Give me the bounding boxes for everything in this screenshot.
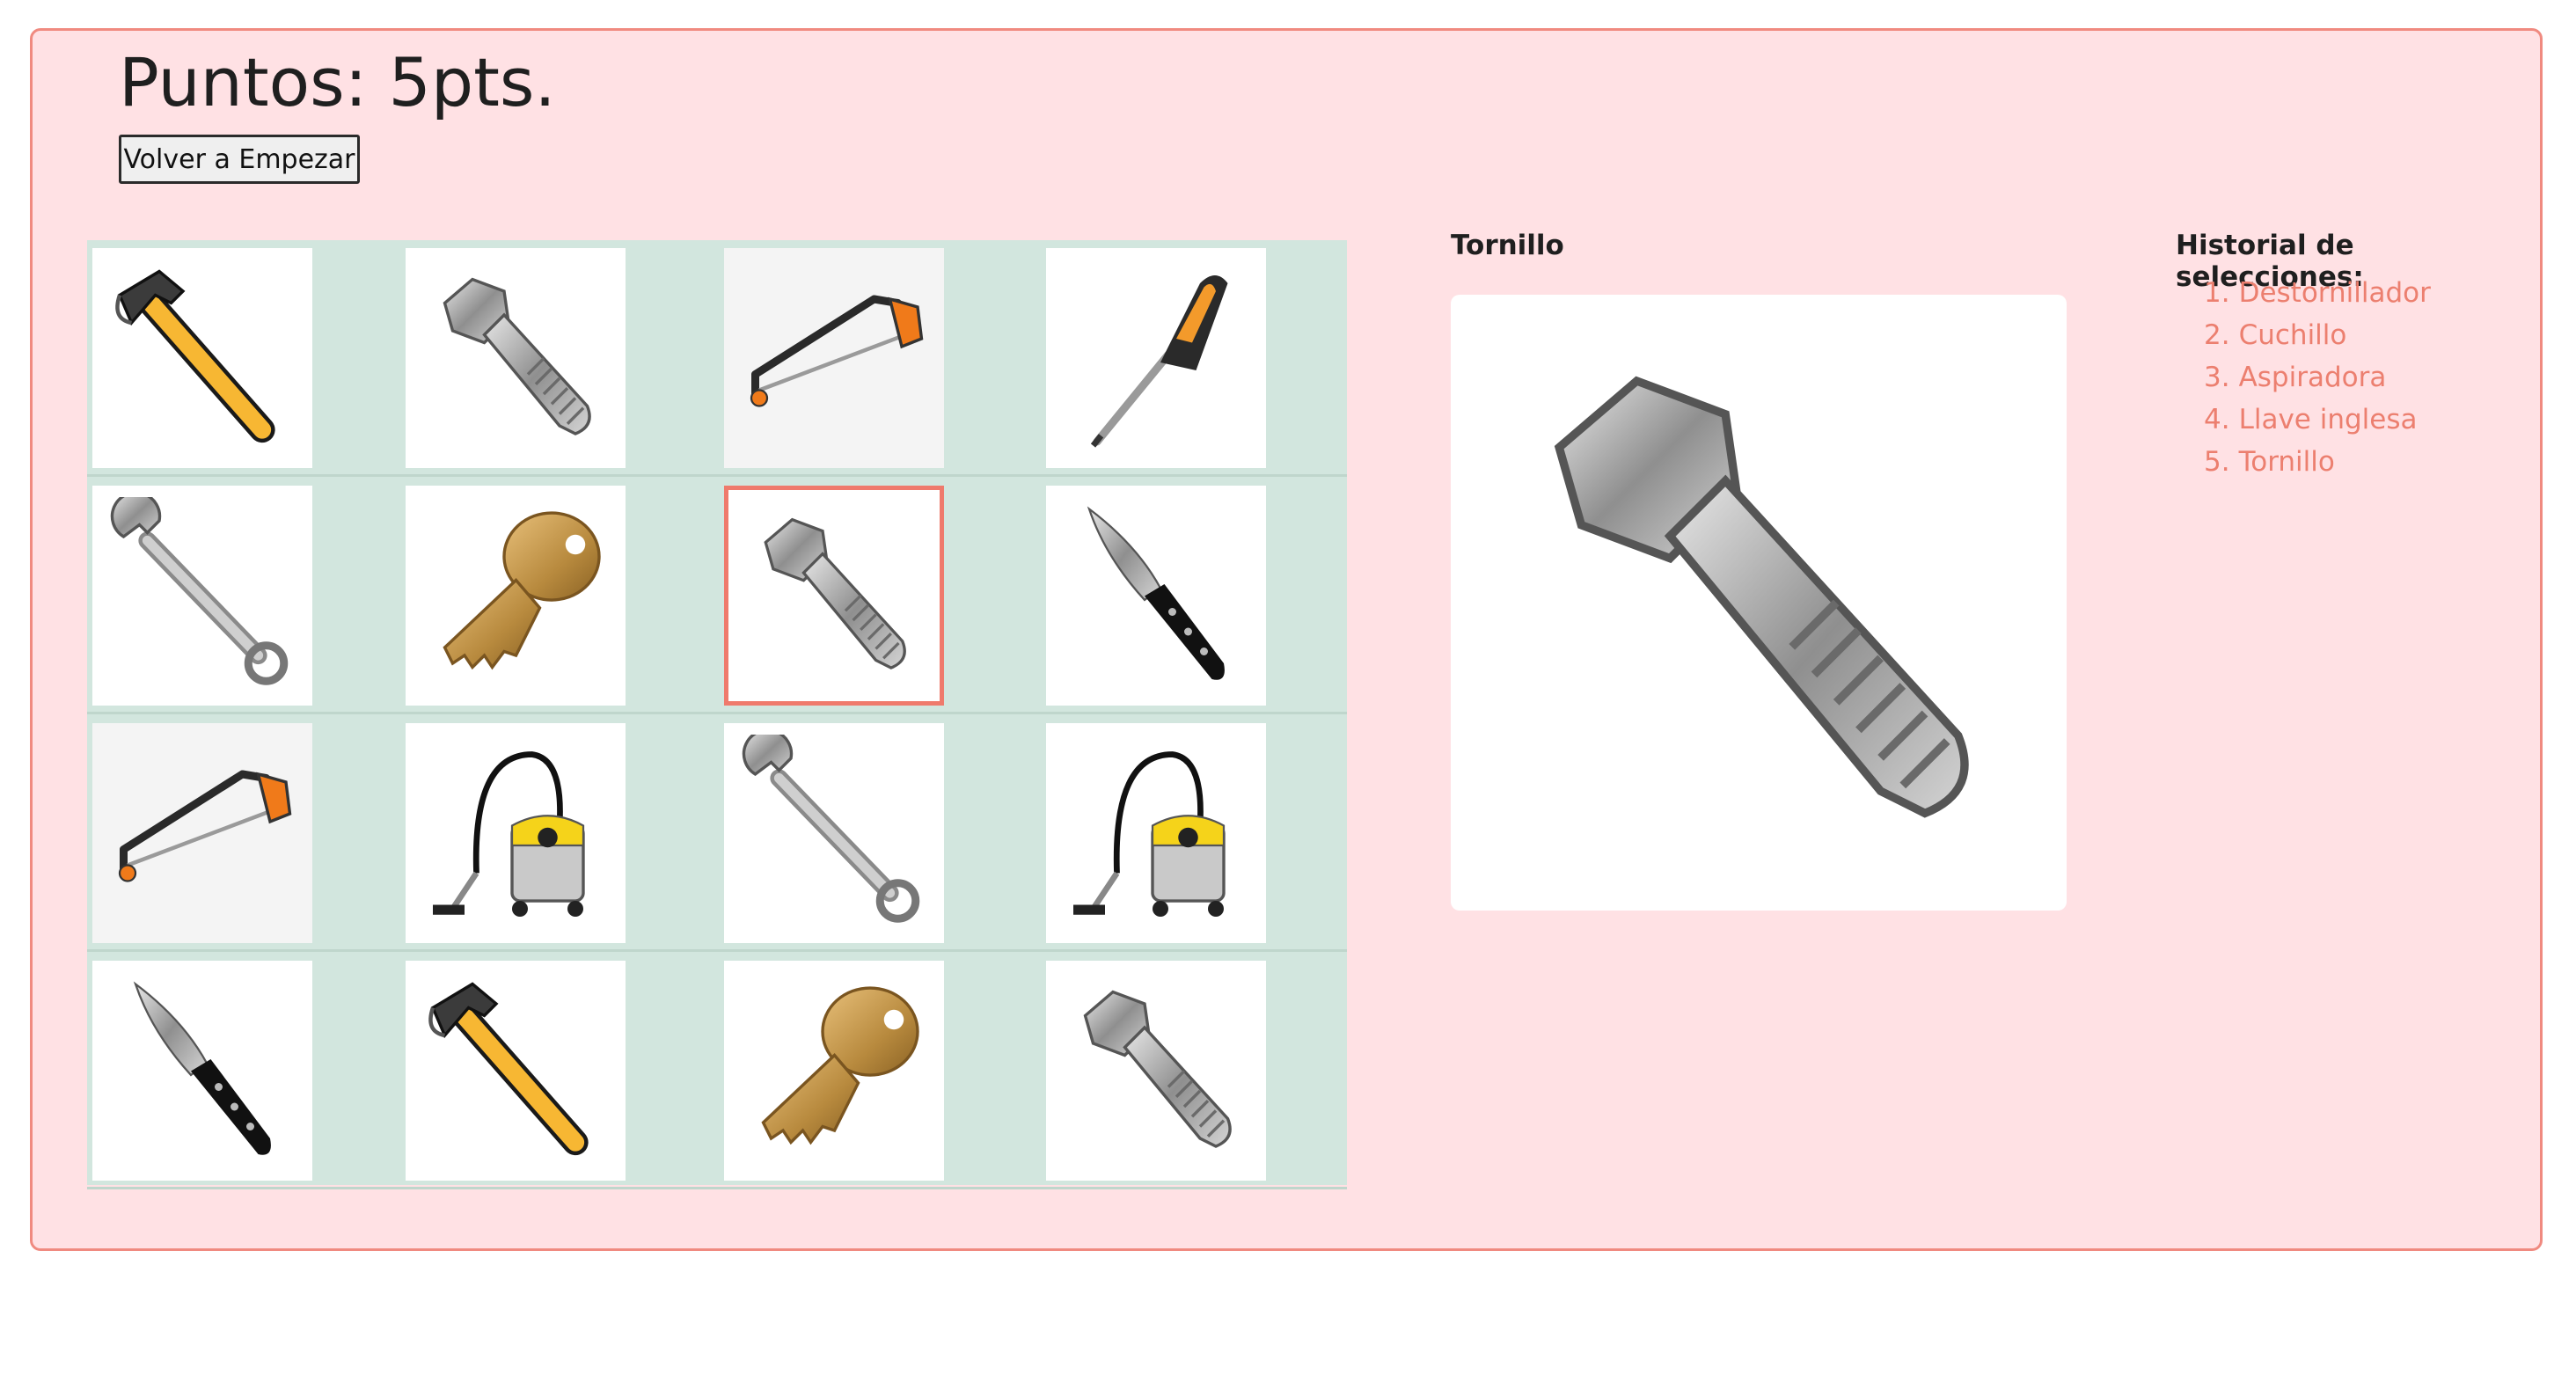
tool-card[interactable] xyxy=(92,248,312,468)
restart-button[interactable]: Volver a Empezar xyxy=(119,135,360,184)
history-item-label: Aspiradora xyxy=(2238,362,2387,393)
hammer-icon xyxy=(104,260,302,457)
grid-row xyxy=(87,715,1347,952)
vacuum-icon xyxy=(1057,735,1255,933)
tool-card[interactable] xyxy=(1046,486,1266,706)
history-item-label: Destornillador xyxy=(2238,277,2431,309)
tool-card[interactable] xyxy=(92,961,312,1181)
history-list: 1. Destornillador 2. Cuchillo 3. Aspiradora 4.… xyxy=(2184,272,2431,483)
hacksaw-icon xyxy=(735,260,933,457)
history-item-label: Tornillo xyxy=(2238,446,2335,478)
tool-card[interactable] xyxy=(724,486,944,706)
history-item: 2. Cuchillo xyxy=(2184,314,2431,356)
tool-card[interactable] xyxy=(724,248,944,468)
knife-icon xyxy=(1057,497,1255,695)
history-item-number: 2. xyxy=(2204,319,2230,351)
history-item-number: 4. xyxy=(2204,404,2230,435)
game-panel: Puntos: 5pts. Volver a Empezar Tornillo … xyxy=(30,28,2543,1251)
key-icon xyxy=(417,497,615,695)
history-item: 3. Aspiradora xyxy=(2184,356,2431,399)
tool-card[interactable] xyxy=(92,723,312,943)
hammer-icon xyxy=(417,972,615,1170)
tool-card[interactable] xyxy=(1046,961,1266,1181)
bolt-icon xyxy=(1057,972,1255,1170)
history-item-number: 3. xyxy=(2204,362,2230,393)
bolt-icon xyxy=(739,501,929,691)
history-item-number: 1. xyxy=(2204,277,2230,309)
hacksaw-icon xyxy=(104,735,302,933)
key-icon xyxy=(735,972,933,1170)
grid-row xyxy=(87,240,1347,477)
history-item: 1. Destornillador xyxy=(2184,272,2431,314)
bolt-icon xyxy=(417,260,615,457)
tool-card[interactable] xyxy=(724,723,944,943)
history-item-label: Cuchillo xyxy=(2238,319,2347,351)
history-item-number: 5. xyxy=(2204,446,2230,478)
history-item: 5. Tornillo xyxy=(2184,441,2431,483)
selected-tool-title: Tornillo xyxy=(1451,230,1564,261)
history-item: 4. Llave inglesa xyxy=(2184,399,2431,441)
selected-tool-preview xyxy=(1451,295,2067,911)
tool-card[interactable] xyxy=(406,248,626,468)
history-item-label: Llave inglesa xyxy=(2238,404,2418,435)
wrench-icon xyxy=(735,735,933,933)
tool-card[interactable] xyxy=(92,486,312,706)
score-heading: Puntos: 5pts. xyxy=(119,43,556,121)
bolt-icon xyxy=(1482,326,2036,880)
tool-grid xyxy=(87,240,1347,1189)
vacuum-icon xyxy=(417,735,615,933)
tool-card[interactable] xyxy=(724,961,944,1181)
grid-row xyxy=(87,953,1347,1189)
screwdriver-icon xyxy=(1057,260,1255,457)
grid-row xyxy=(87,478,1347,714)
tool-card[interactable] xyxy=(1046,248,1266,468)
tool-card[interactable] xyxy=(406,723,626,943)
wrench-icon xyxy=(104,497,302,695)
knife-icon xyxy=(104,972,302,1170)
tool-card[interactable] xyxy=(1046,723,1266,943)
tool-card[interactable] xyxy=(406,486,626,706)
tool-card[interactable] xyxy=(406,961,626,1181)
